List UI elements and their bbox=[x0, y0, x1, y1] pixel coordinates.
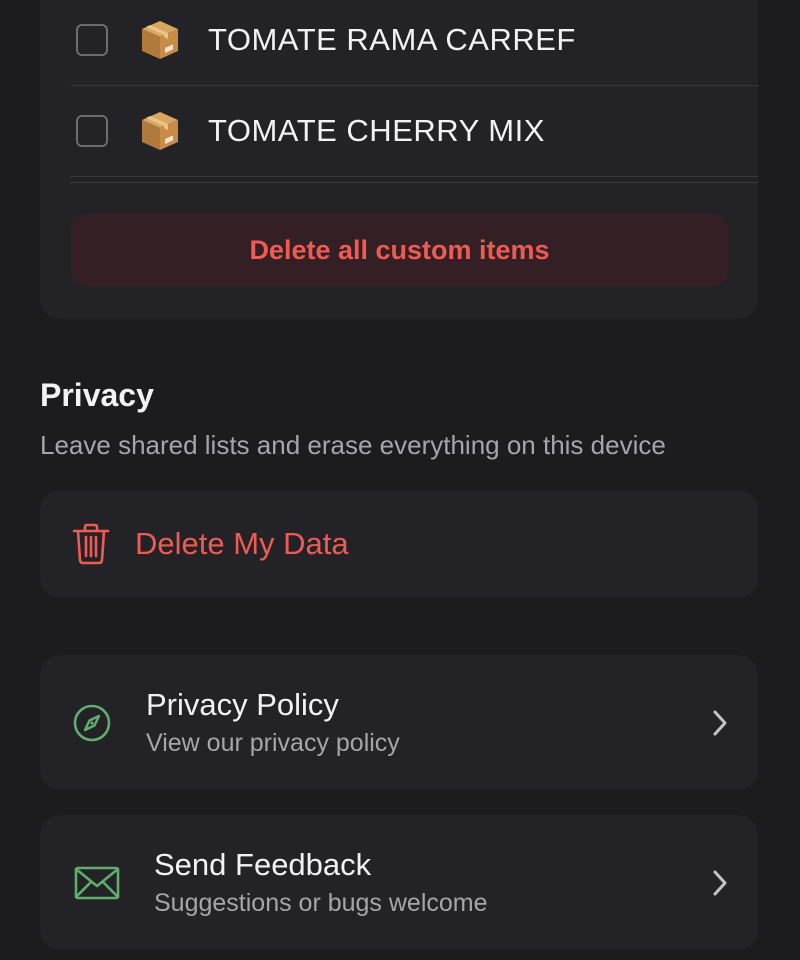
send-feedback-link[interactable]: Send Feedback Suggestions or bugs welcom… bbox=[40, 815, 758, 950]
package-icon bbox=[142, 112, 178, 150]
send-feedback-subtitle: Suggestions or bugs welcome bbox=[154, 888, 488, 917]
delete-all-custom-items-button[interactable]: Delete all custom items bbox=[71, 214, 728, 287]
privacy-policy-subtitle: View our privacy policy bbox=[146, 728, 400, 757]
section-title: Privacy bbox=[40, 377, 154, 413]
chevron-right-icon bbox=[713, 870, 727, 895]
delete-my-data-button[interactable]: Delete My Data bbox=[40, 490, 758, 598]
section-subtitle: Leave shared lists and erase everything … bbox=[40, 430, 666, 460]
item-checkbox[interactable] bbox=[76, 24, 108, 56]
list-item[interactable]: TOMATE RAMA CARREF bbox=[70, 0, 758, 86]
envelope-icon bbox=[74, 866, 120, 899]
item-label: TOMATE CHERRY MIX bbox=[208, 113, 545, 148]
item-label: TOMATE RAMA CARREF bbox=[208, 22, 576, 57]
custom-items-card: TOMATE RAMA CARREF TOMATE CHERRY MIX Del… bbox=[40, 0, 758, 319]
trash-icon bbox=[72, 523, 110, 565]
divider bbox=[70, 182, 758, 183]
privacy-policy-link[interactable]: Privacy Policy View our privacy policy bbox=[40, 655, 758, 790]
item-checkbox[interactable] bbox=[76, 115, 108, 147]
list-item[interactable]: TOMATE CHERRY MIX bbox=[70, 86, 758, 177]
compass-icon bbox=[73, 704, 111, 741]
chevron-right-icon bbox=[713, 710, 727, 735]
send-feedback-title: Send Feedback bbox=[154, 846, 372, 882]
privacy-policy-title: Privacy Policy bbox=[146, 686, 339, 722]
package-icon bbox=[142, 21, 178, 59]
delete-my-data-label: Delete My Data bbox=[135, 526, 349, 561]
